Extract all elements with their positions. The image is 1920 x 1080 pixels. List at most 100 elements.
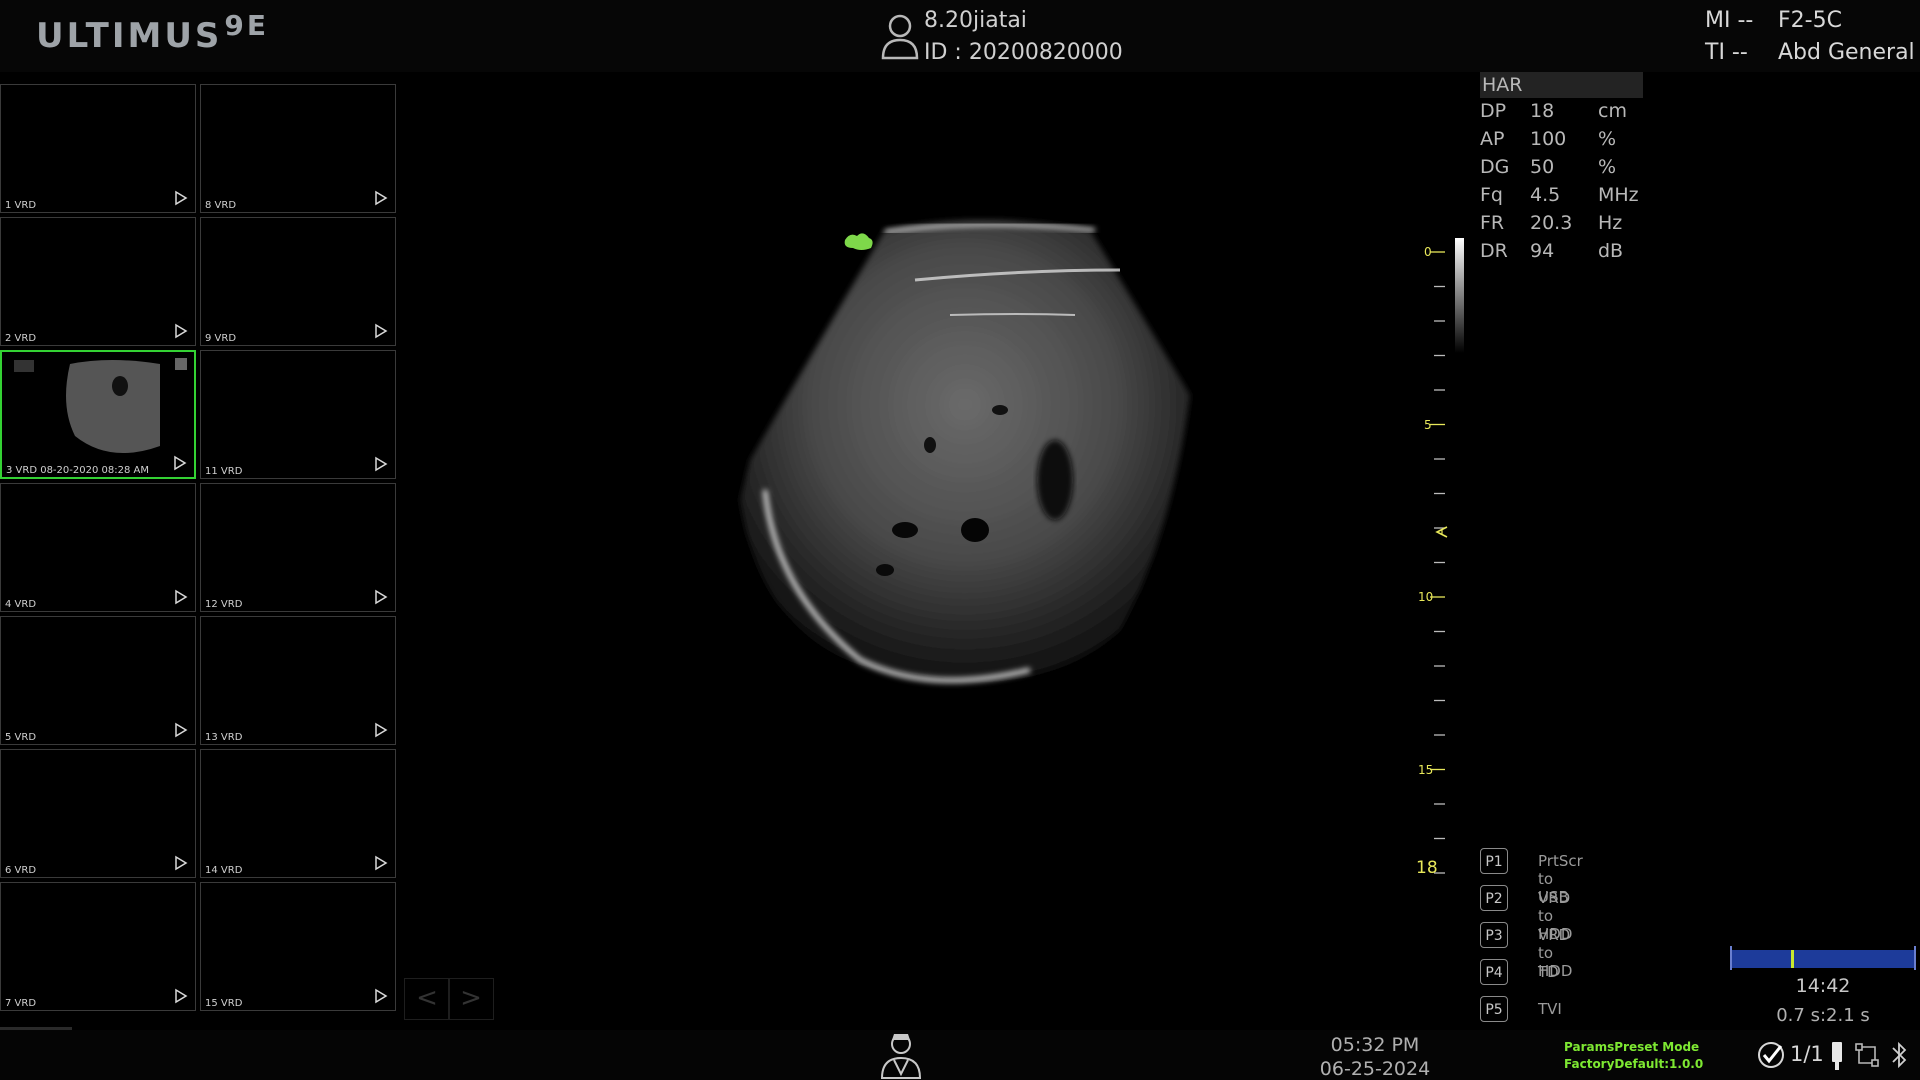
system-time: 05:32 PM — [1330, 1034, 1420, 1056]
usb-drive-icon[interactable] — [1830, 1040, 1844, 1072]
param-name: AP — [1480, 128, 1505, 150]
thumbnail-label: 15 VRD — [205, 998, 243, 1009]
play-icon[interactable] — [173, 855, 189, 871]
cine-thumbnail[interactable]: 9 VRD — [200, 217, 396, 346]
cine-thumbnail[interactable]: 15 VRD — [200, 882, 396, 1011]
param-value: 50 — [1530, 156, 1555, 178]
play-icon[interactable] — [373, 589, 389, 605]
cine-thumbnail[interactable]: 11 VRD — [200, 350, 396, 479]
cine-thumbnail[interactable]: 1 VRD — [0, 84, 196, 213]
imaging-parameters: HAR DP 18 cm AP 100% DG 50% Fq 4.5 MHz FR 20.3 Hz DR 9… — [1480, 72, 1643, 266]
thumbnail-label: 5 VRD — [5, 732, 37, 743]
bottom-bar — [0, 1030, 1920, 1080]
probe-name[interactable]: F2-5C — [1778, 8, 1842, 33]
thumbnail-label: 6 VRD — [5, 865, 37, 876]
play-icon[interactable] — [373, 323, 389, 339]
thumbnail-label: 4 VRD — [5, 599, 37, 610]
param-value: 100 — [1530, 128, 1567, 150]
thumbnail-label: 2 VRD — [5, 333, 37, 344]
patient-icon[interactable] — [880, 12, 920, 60]
param-value: 94 — [1530, 240, 1555, 262]
play-icon[interactable] — [373, 190, 389, 206]
param-row-fq: Fq 4.5 MHz — [1480, 182, 1643, 210]
thumbnail-preview-image — [10, 356, 190, 464]
play-icon[interactable] — [173, 589, 189, 605]
factory-default-version: FactoryDefault:1.0.0 — [1564, 1057, 1704, 1071]
param-name: DG — [1480, 156, 1510, 178]
depth-label-0: 0 — [1424, 245, 1432, 259]
param-name: DR — [1480, 240, 1508, 262]
system-date: 06-25-2024 — [1319, 1058, 1431, 1080]
thumbnail-label: 14 VRD — [205, 865, 243, 876]
focus-marker-icon[interactable] — [1435, 525, 1449, 539]
thumbnail-label: 3 VRD 08-20-2020 08:28 AM — [6, 465, 149, 476]
ti-index: TI -- — [1705, 40, 1748, 65]
preset-key[interactable]: P3 — [1480, 922, 1508, 948]
thumbnail-label: 8 VRD — [205, 200, 237, 211]
play-icon[interactable] — [373, 988, 389, 1004]
param-row-dp: DP 18 cm — [1480, 98, 1643, 126]
network-icon[interactable] — [1854, 1042, 1882, 1070]
doctor-icon[interactable] — [878, 1030, 924, 1080]
cine-thumbnail[interactable]: 2 VRD — [0, 217, 196, 346]
cine-thumbnail[interactable]: 8 VRD — [200, 84, 396, 213]
preset-key[interactable]: P4 — [1480, 959, 1508, 985]
depth-label-5: 5 — [1424, 418, 1432, 432]
cine-end-marker[interactable] — [1914, 946, 1916, 970]
param-unit: MHz — [1598, 184, 1639, 206]
param-row-ap: AP 100% — [1480, 126, 1643, 154]
param-row-fr: FR 20.3 Hz — [1480, 210, 1643, 238]
play-icon[interactable] — [173, 722, 189, 738]
prev-page-button[interactable]: < — [404, 978, 450, 1020]
depth-ruler — [1430, 251, 1445, 874]
depth-label-10: 10 — [1418, 590, 1434, 604]
params-preset-mode: ParamsPreset Mode — [1564, 1040, 1700, 1054]
thumbnail-label: 7 VRD — [5, 998, 37, 1009]
next-page-button[interactable]: > — [448, 978, 494, 1020]
cine-position-marker[interactable] — [1791, 950, 1795, 968]
cine-thumbnail[interactable]: 6 VRD — [0, 749, 196, 878]
param-value: 18 — [1530, 100, 1555, 122]
play-icon[interactable] — [173, 190, 189, 206]
param-unit: cm — [1598, 100, 1627, 122]
cine-start-marker[interactable] — [1730, 946, 1732, 970]
thumbnail-label: 9 VRD — [205, 333, 237, 344]
play-icon[interactable] — [172, 455, 188, 471]
probe-orientation-marker — [844, 233, 873, 250]
cine-thumbnail[interactable]: 4 VRD — [0, 483, 196, 612]
bluetooth-icon[interactable] — [1890, 1040, 1908, 1070]
cine-bar[interactable] — [1730, 946, 1916, 970]
play-icon[interactable] — [373, 722, 389, 738]
param-unit: % — [1598, 128, 1617, 150]
thumbnail-label: 11 VRD — [205, 466, 243, 477]
play-icon[interactable] — [373, 855, 389, 871]
cine-thumbnail[interactable]: 12 VRD — [200, 483, 396, 612]
page-indicator: 1/1 — [1790, 1042, 1824, 1066]
param-unit: dB — [1598, 240, 1624, 262]
play-icon[interactable] — [173, 988, 189, 1004]
preset-key[interactable]: P2 — [1480, 885, 1508, 911]
param-unit: Hz — [1598, 212, 1623, 234]
cine-thumbnail[interactable]: 14 VRD — [200, 749, 396, 878]
cine-thumbnail[interactable]: 7 VRD — [0, 882, 196, 1011]
patient-id: ID : 20200820000 — [924, 40, 1123, 65]
cine-speed: 0.7 s:2.1 s — [1776, 1005, 1870, 1026]
logo-model: 9E — [224, 9, 270, 42]
preset-key[interactable]: P5 — [1480, 996, 1508, 1022]
cine-thumbnail[interactable]: 5 VRD — [0, 616, 196, 745]
thumbnail-label: 13 VRD — [205, 732, 243, 743]
preset-label: TVI — [1538, 1000, 1562, 1018]
cine-thumbnail[interactable]: 3 VRD 08-20-2020 08:28 AM — [0, 350, 196, 479]
cine-thumbnail[interactable]: 13 VRD — [200, 616, 396, 745]
param-name: Fq — [1480, 184, 1503, 206]
check-circle-icon[interactable] — [1756, 1040, 1786, 1070]
play-icon[interactable] — [173, 323, 189, 339]
app-logo: ULTIMUS9E — [36, 9, 269, 56]
depth-max-label: 18 — [1416, 858, 1438, 878]
preset-key[interactable]: P1 — [1480, 848, 1508, 874]
param-value: 20.3 — [1530, 212, 1573, 234]
play-icon[interactable] — [373, 456, 389, 472]
ultrasound-image[interactable] — [560, 210, 1220, 830]
exam-preset[interactable]: Abd General — [1778, 40, 1915, 65]
thumbnail-label: 12 VRD — [205, 599, 243, 610]
